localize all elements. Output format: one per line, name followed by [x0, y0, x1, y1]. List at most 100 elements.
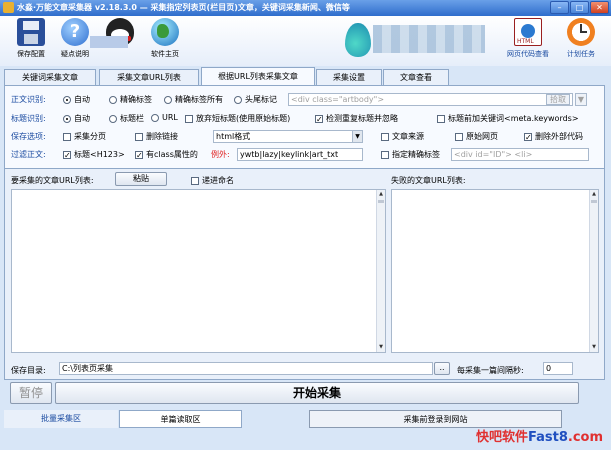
- format-select[interactable]: html格式 ▼: [213, 130, 363, 143]
- title-recog-auto[interactable]: 自动: [63, 113, 90, 124]
- title-recog-label: 标题识别:: [11, 114, 46, 123]
- html-view-label: 网页代码查看: [507, 50, 549, 58]
- remove-external-code-checkbox[interactable]: ✓ 删除外部代码: [524, 131, 583, 142]
- checkbox[interactable]: ✓: [315, 114, 323, 123]
- site-button[interactable]: 软件主页: [140, 18, 190, 59]
- tab-batch-collect[interactable]: 批量采集区: [4, 410, 118, 428]
- precise-tag-input[interactable]: <div id="ID"> <li>: [451, 148, 589, 161]
- url-list-textarea[interactable]: ▲ ▼: [11, 189, 386, 353]
- scroll-down-icon[interactable]: ▼: [590, 343, 598, 352]
- radio[interactable]: [63, 114, 71, 123]
- minimize-button[interactable]: –: [550, 1, 569, 14]
- url-list-label: 要采集的文章URL列表:: [11, 176, 94, 185]
- maximize-button[interactable]: □: [570, 1, 589, 14]
- radio[interactable]: [151, 113, 159, 122]
- scrollbar[interactable]: ▲ ▼: [376, 190, 385, 352]
- title-bar: 水淼·万能文章采集器 v2.18.3.0 — 采集指定列表页(栏目页)文章，关键…: [0, 0, 611, 16]
- radio[interactable]: [164, 95, 172, 104]
- radio[interactable]: [234, 95, 242, 104]
- tab-view[interactable]: 文章查看: [383, 69, 449, 85]
- browse-button[interactable]: ..: [434, 362, 450, 375]
- title-recog-titlebar[interactable]: 标题栏: [109, 113, 144, 124]
- water-drop-icon: [345, 23, 371, 57]
- tab-single-read[interactable]: 单篇读取区: [119, 410, 242, 428]
- save-opts-label: 保存选项:: [11, 132, 46, 141]
- floppy-icon: [17, 18, 45, 46]
- tab-by-url-list[interactable]: 根据URL列表采集文章: [201, 67, 315, 86]
- checkbox[interactable]: ✓: [135, 150, 143, 159]
- watermark: 快吧软件Fast8.com: [475, 430, 603, 445]
- options-panel: 正文识别: 自动 精确标签 精确标签所有 头尾标记 <div class="ar…: [4, 85, 605, 179]
- checkbox[interactable]: [63, 132, 71, 141]
- checkbox[interactable]: [455, 132, 463, 141]
- save-dir-input[interactable]: C:\列表页采集: [59, 362, 433, 375]
- schedule-button[interactable]: 计划任务: [556, 18, 606, 59]
- body-recog-headtail[interactable]: 头尾标记: [234, 94, 277, 105]
- radio[interactable]: [109, 114, 117, 123]
- body-recog-row: 正文识别: 自动 精确标签 精确标签所有 头尾标记 <div class="ar…: [9, 93, 599, 107]
- paste-button[interactable]: 粘贴: [115, 172, 167, 186]
- radio[interactable]: [63, 95, 71, 104]
- checkbox[interactable]: ✓: [63, 150, 71, 159]
- body-recog-precise-all[interactable]: 精确标签所有: [164, 94, 223, 105]
- scroll-up-icon[interactable]: ▲: [377, 190, 385, 199]
- scroll-up-icon[interactable]: ▲: [590, 190, 598, 199]
- toolbar: 保存配置 ? 疑点说明 软件主页 网页代码查看 计划任务: [0, 16, 611, 66]
- remove-links-checkbox[interactable]: 删除链接: [135, 131, 178, 142]
- body-recog-precise[interactable]: 精确标签: [109, 94, 152, 105]
- html-view-button[interactable]: 网页代码查看: [502, 18, 554, 59]
- title-recog-url[interactable]: URL: [151, 113, 178, 122]
- checkbox[interactable]: [381, 132, 389, 141]
- filter-h123-checkbox[interactable]: ✓ 标题<H123>: [63, 149, 125, 160]
- checkbox[interactable]: [191, 176, 199, 185]
- pick-button[interactable]: 拾取: [546, 94, 570, 105]
- filter-class-checkbox[interactable]: ✓ 有class属性的: [135, 149, 198, 160]
- drop-short-title-checkbox[interactable]: 放弃短标题(使用原始标题): [185, 113, 290, 124]
- collect-pages-checkbox[interactable]: 采集分页: [63, 131, 106, 142]
- save-config-button[interactable]: 保存配置: [6, 18, 56, 59]
- close-button[interactable]: ✕: [590, 1, 609, 14]
- article-source-checkbox[interactable]: 文章来源: [381, 131, 424, 142]
- title-recog-row: 标题识别: 自动 标题栏 URL 放弃短标题(使用原始标题) ✓ 检测重复标题并忽…: [9, 112, 599, 126]
- save-config-label: 保存配置: [17, 50, 45, 58]
- app-icon: [3, 2, 14, 13]
- body-recog-label: 正文识别:: [11, 95, 46, 104]
- sequential-rename-checkbox[interactable]: 递进命名: [191, 175, 234, 186]
- failed-list-label: 失败的文章URL列表:: [391, 176, 466, 185]
- help-icon: ?: [61, 18, 89, 46]
- html-file-icon: [514, 18, 542, 46]
- interval-input[interactable]: 0: [543, 362, 573, 375]
- pause-button[interactable]: 暂停: [10, 382, 52, 404]
- body-tag-input[interactable]: <div class="artbody">: [288, 93, 573, 106]
- brand-logo: [345, 19, 495, 61]
- schedule-label: 计划任务: [567, 50, 595, 58]
- precise-tag-checkbox[interactable]: 指定精确标签: [381, 149, 440, 160]
- tab-keyword[interactable]: 关键词采集文章: [4, 69, 96, 85]
- prepend-keyword-checkbox[interactable]: 标题前加关键词<meta.keywords>: [437, 113, 579, 124]
- chevron-down-icon[interactable]: ▼: [352, 131, 362, 142]
- start-collect-button[interactable]: 开始采集: [55, 382, 579, 404]
- blurred-label: [90, 36, 128, 48]
- blurred-brand-text: [373, 25, 485, 53]
- site-label: 软件主页: [151, 50, 179, 58]
- except-input[interactable]: ywtb|lazy|keylink|art_txt: [237, 148, 363, 161]
- original-page-checkbox[interactable]: 原始网页: [455, 131, 498, 142]
- checkbox[interactable]: [185, 114, 193, 123]
- dropdown-arrow-icon[interactable]: ▼: [575, 93, 587, 106]
- checkbox[interactable]: [437, 114, 445, 123]
- body-recog-auto[interactable]: 自动: [63, 94, 90, 105]
- failed-list-textarea[interactable]: ▲ ▼: [391, 189, 599, 353]
- scrollbar[interactable]: ▲ ▼: [589, 190, 598, 352]
- radio[interactable]: [109, 95, 117, 104]
- globe-icon: [151, 18, 179, 46]
- dedupe-title-checkbox[interactable]: ✓ 检测重复标题并忽略: [315, 113, 398, 124]
- window-title: 水淼·万能文章采集器 v2.18.3.0 — 采集指定列表页(栏目页)文章，关键…: [17, 3, 350, 12]
- scroll-down-icon[interactable]: ▼: [377, 343, 385, 352]
- checkbox[interactable]: [381, 150, 389, 159]
- checkbox[interactable]: [135, 132, 143, 141]
- tab-url-list[interactable]: 采集文章URL列表: [99, 69, 199, 85]
- filter-label: 过滤正文:: [11, 150, 46, 159]
- collect-area: 要采集的文章URL列表: 粘贴 递进命名 失败的文章URL列表: ▲ ▼ ▲ ▼ 保…: [4, 168, 605, 380]
- tab-settings[interactable]: 采集设置: [316, 69, 382, 85]
- checkbox[interactable]: ✓: [524, 132, 532, 141]
